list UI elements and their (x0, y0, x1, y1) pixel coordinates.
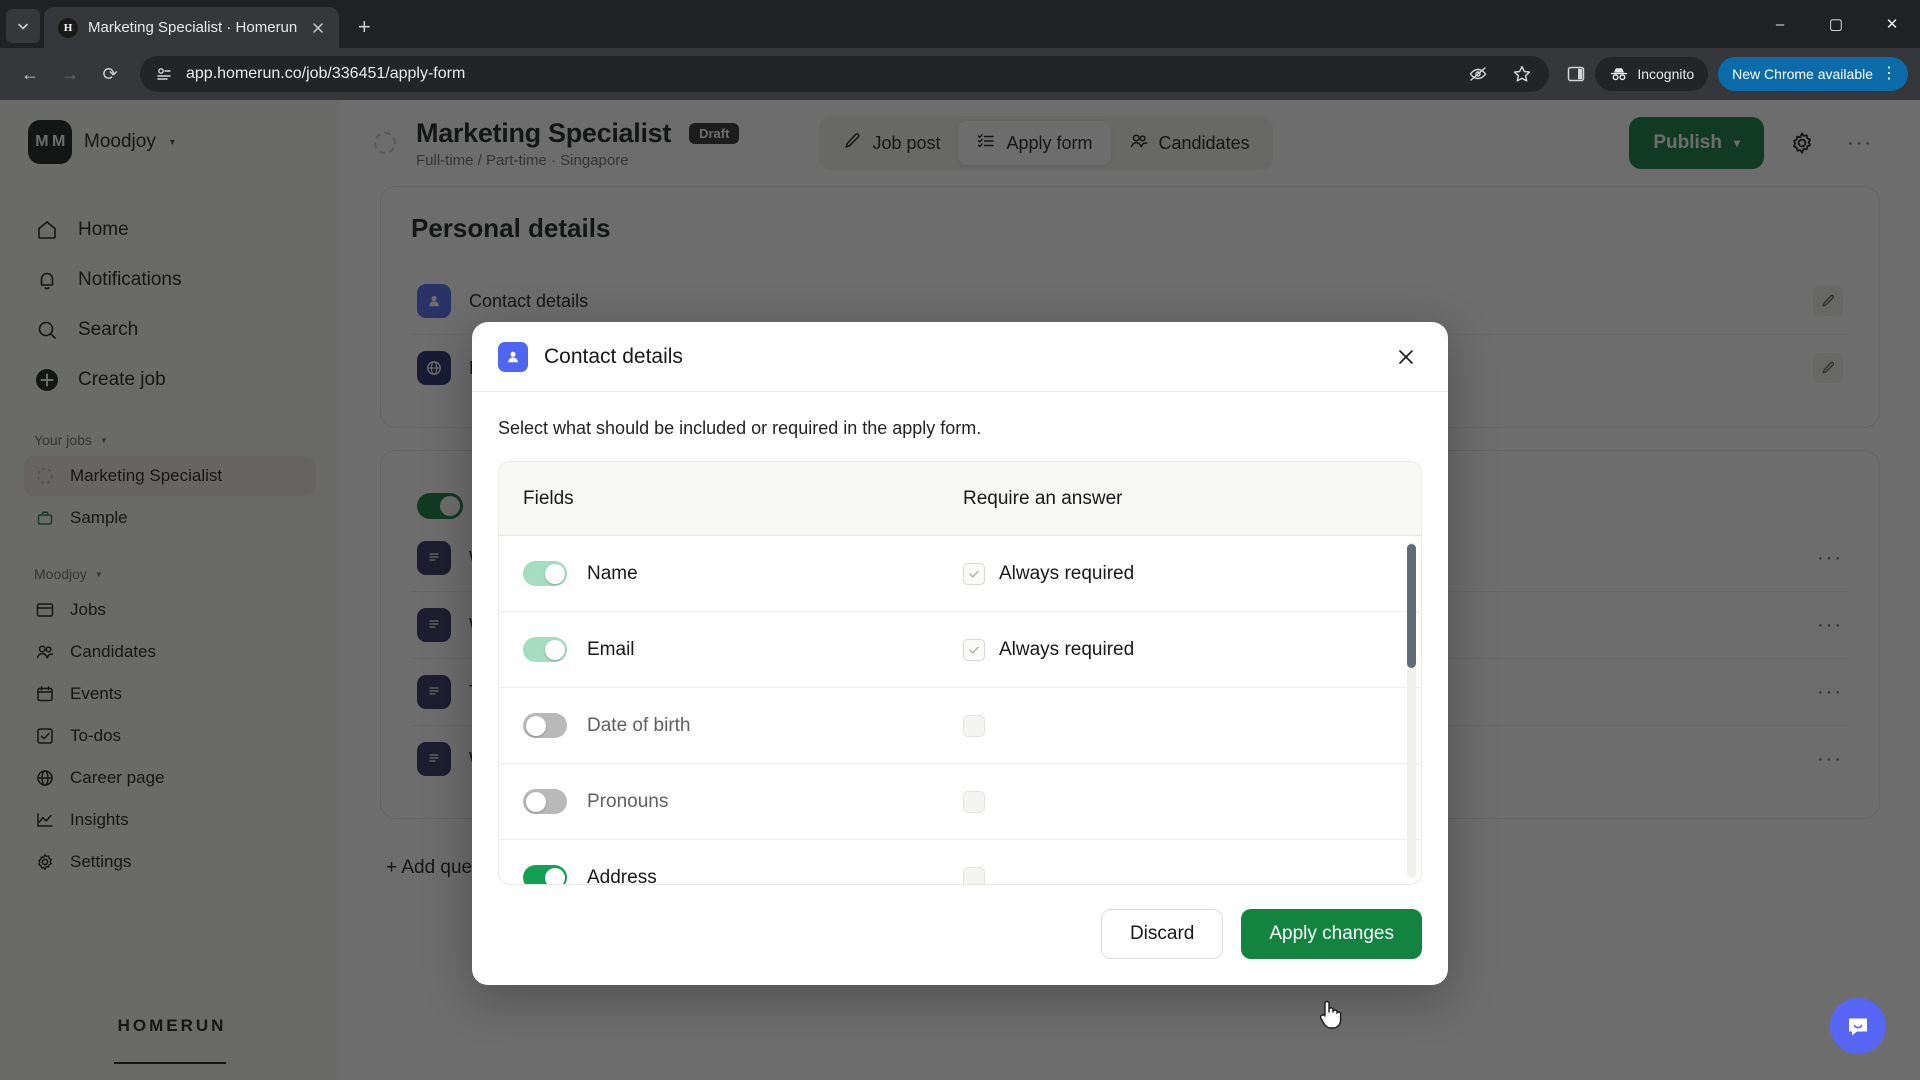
table-header-row: Fields Require an answer (499, 462, 1421, 536)
page-info-icon[interactable] (154, 64, 174, 84)
field-label: Pronouns (587, 790, 669, 812)
modal-body: Select what should be included or requir… (472, 392, 1448, 885)
require-checkbox-email[interactable] (963, 638, 985, 661)
app-page: M M Moodjoy ▼ Home Notifications Search (0, 100, 1920, 1080)
url-text: app.homerun.co/job/336451/apply-form (186, 65, 466, 82)
eye-off-icon[interactable] (1463, 59, 1493, 89)
fields-table-scroll-area[interactable]: Name Always required Email Always requir… (499, 536, 1421, 884)
incognito-indicator[interactable]: Incognito (1595, 57, 1709, 91)
discard-button[interactable]: Discard (1100, 909, 1224, 959)
incognito-icon (1611, 68, 1628, 81)
window-minimize-button[interactable]: – (1752, 0, 1808, 48)
check-icon (969, 646, 979, 654)
tab-search-button[interactable] (6, 9, 40, 43)
new-tab-button[interactable]: + (347, 10, 381, 44)
incognito-label: Incognito (1637, 66, 1695, 82)
toggle-date-of-birth[interactable] (523, 713, 567, 738)
table-row: Address (499, 840, 1421, 884)
table-row: Date of birth (499, 688, 1421, 764)
address-bar[interactable]: app.homerun.co/job/336451/apply-form (140, 56, 1550, 92)
require-label: Always required (999, 562, 1135, 584)
forward-button[interactable]: → (52, 56, 88, 92)
chrome-update-button[interactable]: New Chrome available ⋮ (1718, 57, 1908, 91)
scrollbar-thumb[interactable] (1407, 544, 1416, 668)
require-checkbox-pronouns[interactable] (963, 790, 985, 813)
table-row: Email Always required (499, 612, 1421, 688)
require-label: Always required (999, 638, 1135, 660)
chat-bubble-icon (1849, 1018, 1867, 1036)
tab-favicon: H (58, 17, 78, 38)
field-label: Name (587, 562, 638, 584)
apply-changes-button[interactable]: Apply changes (1241, 909, 1422, 959)
fields-table: Fields Require an answer Name Always req… (498, 461, 1422, 885)
side-panel-icon[interactable] (1561, 59, 1591, 89)
kebab-menu-icon[interactable]: ⋮ (1881, 66, 1898, 82)
browser-toolbar: ← → ⟳ app.homerun.co/job/336451/apply-fo… (0, 48, 1920, 100)
modal-header: Contact details (472, 322, 1448, 392)
update-label: New Chrome available (1732, 66, 1873, 82)
require-checkbox-date-of-birth[interactable] (963, 714, 985, 737)
toggle-email[interactable] (523, 637, 567, 662)
browser-tab[interactable]: H Marketing Specialist · Homerun (44, 7, 340, 48)
star-icon[interactable] (1507, 59, 1537, 89)
field-label: Date of birth (587, 714, 691, 736)
column-header-fields: Fields (523, 487, 574, 509)
table-row: Pronouns (499, 764, 1421, 840)
check-icon (969, 570, 979, 578)
modal-description: Select what should be included or requir… (498, 418, 982, 438)
modal-title: Contact details (544, 344, 683, 368)
tab-title: Marketing Specialist · Homerun (88, 19, 298, 36)
reload-button[interactable]: ⟳ (92, 56, 128, 92)
contact-details-modal: Contact details Select what should be in… (472, 322, 1448, 985)
window-maximize-button[interactable]: ▢ (1808, 0, 1864, 48)
window-close-button[interactable]: ✕ (1864, 0, 1920, 48)
field-label: Email (587, 638, 635, 660)
tab-close-button[interactable] (307, 17, 329, 39)
field-label: Address (587, 866, 657, 885)
table-row: Name Always required (499, 536, 1421, 612)
intercom-chat-button[interactable] (1830, 998, 1886, 1054)
close-icon (313, 22, 323, 33)
toggle-name[interactable] (523, 561, 567, 586)
modal-footer: Discard Apply changes (472, 885, 1448, 985)
require-checkbox-name[interactable] (963, 562, 985, 585)
close-icon[interactable] (1390, 341, 1422, 373)
contact-card-icon (498, 341, 528, 372)
require-checkbox-address[interactable] (963, 866, 985, 884)
column-header-require: Require an answer (963, 487, 1123, 509)
browser-tabstrip: H Marketing Specialist · Homerun + – ▢ ✕ (0, 0, 1920, 48)
back-button[interactable]: ← (12, 56, 48, 92)
chevron-down-icon (18, 23, 28, 30)
toggle-pronouns[interactable] (523, 789, 567, 814)
toggle-address[interactable] (523, 865, 567, 884)
window-controls: – ▢ ✕ (1752, 0, 1920, 48)
